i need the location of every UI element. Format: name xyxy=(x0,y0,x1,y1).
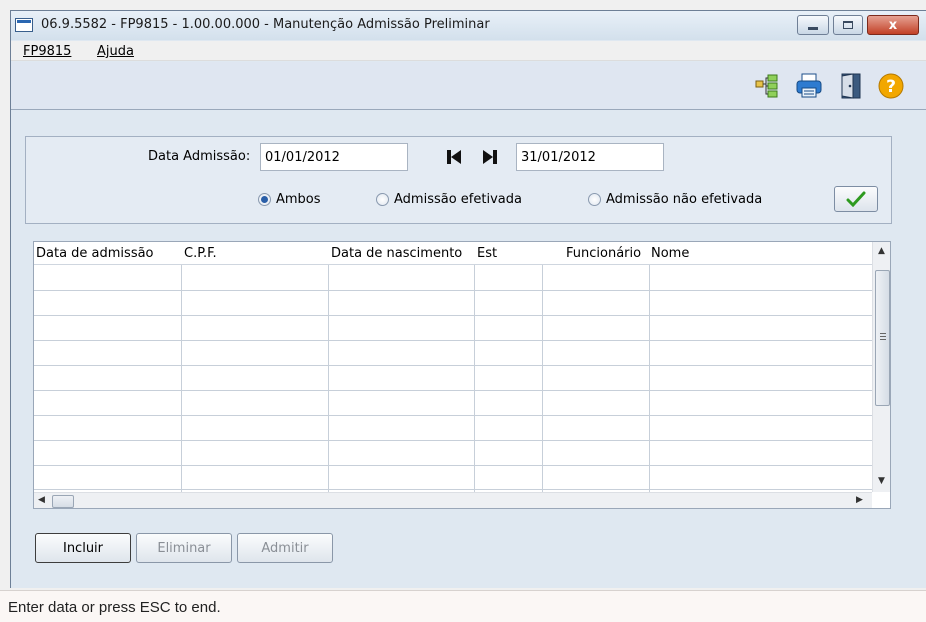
grid-row-divider xyxy=(34,290,872,291)
column-header-funcionario[interactable]: Funcionário xyxy=(566,246,641,261)
svg-text:?: ? xyxy=(886,77,896,97)
radio-button-icon xyxy=(588,193,601,206)
toolbar: ? xyxy=(11,62,926,110)
eliminar-label: Eliminar xyxy=(157,540,211,556)
check-icon xyxy=(846,191,866,207)
admitir-button[interactable]: Admitir xyxy=(237,533,333,563)
window-title: 06.9.5582 - FP9815 - 1.00.00.000 - Manut… xyxy=(41,17,490,32)
vertical-scroll-thumb[interactable] xyxy=(875,270,890,406)
grid-column-divider xyxy=(649,265,650,492)
radio-label: Ambos xyxy=(276,192,321,207)
grid-column-divider xyxy=(181,265,182,492)
column-header-cpf[interactable]: C.P.F. xyxy=(184,246,217,261)
grid-row-divider xyxy=(34,465,872,466)
eliminar-button[interactable]: Eliminar xyxy=(136,533,232,563)
skip-back-icon xyxy=(447,150,461,164)
skip-forward-icon xyxy=(483,150,497,164)
next-record-button[interactable] xyxy=(480,147,500,167)
scroll-left-icon[interactable]: ◀ xyxy=(38,495,45,505)
minimize-button[interactable] xyxy=(797,15,829,35)
scroll-down-icon[interactable]: ▼ xyxy=(878,476,885,486)
status-text: Enter data or press ESC to end. xyxy=(8,599,221,616)
app-window: 06.9.5582 - FP9815 - 1.00.00.000 - Manut… xyxy=(10,10,926,588)
column-header-data-admissao[interactable]: Data de admissão xyxy=(36,246,154,261)
title-bar[interactable]: 06.9.5582 - FP9815 - 1.00.00.000 - Manut… xyxy=(11,11,926,40)
column-header-data-nascimento[interactable]: Data de nascimento xyxy=(331,246,462,261)
incluir-button[interactable]: Incluir xyxy=(35,533,131,563)
grid-row-divider xyxy=(34,415,872,416)
grid-row-divider xyxy=(34,440,872,441)
grid-row-divider xyxy=(34,365,872,366)
radio-ambos[interactable]: Ambos xyxy=(258,192,321,207)
column-header-est[interactable]: Est xyxy=(477,246,497,261)
confirm-button[interactable] xyxy=(834,186,878,212)
maximize-button[interactable] xyxy=(833,15,863,35)
content-area: Data Admissão: 01/01/2012 31/01/2012 Amb… xyxy=(11,111,926,588)
grid-row-divider xyxy=(34,315,872,316)
data-admissao-label: Data Admissão: xyxy=(148,149,251,164)
menu-fp9815[interactable]: FP9815 xyxy=(23,44,71,59)
grid-row-divider xyxy=(34,340,872,341)
filter-panel: Data Admissão: 01/01/2012 31/01/2012 Amb… xyxy=(25,136,892,224)
minimize-icon xyxy=(808,26,818,30)
column-header-nome[interactable]: Nome xyxy=(651,246,689,261)
scroll-right-icon[interactable]: ▶ xyxy=(856,495,863,505)
grid-row-divider xyxy=(34,489,872,490)
menu-bar: FP9815 Ajuda xyxy=(11,41,926,61)
grid-row-divider xyxy=(34,390,872,391)
horizontal-scroll-thumb[interactable] xyxy=(52,495,74,508)
admitir-label: Admitir xyxy=(261,540,309,556)
tree-icon[interactable] xyxy=(753,72,781,100)
app-icon xyxy=(15,18,33,32)
radio-admissao-efetivada[interactable]: Admissão efetivada xyxy=(376,192,522,207)
help-icon[interactable]: ? xyxy=(877,72,905,100)
date-end-input[interactable]: 31/01/2012 xyxy=(516,143,664,171)
grid-column-divider xyxy=(474,265,475,492)
maximize-icon xyxy=(843,21,853,29)
admission-grid[interactable]: Data de admissão C.P.F. Data de nascimen… xyxy=(33,241,891,509)
radio-label: Admissão não efetivada xyxy=(606,192,763,207)
status-bar: Enter data or press ESC to end. xyxy=(0,590,926,622)
menu-ajuda[interactable]: Ajuda xyxy=(97,44,134,59)
date-start-input[interactable]: 01/01/2012 xyxy=(260,143,408,171)
scroll-up-icon[interactable]: ▲ xyxy=(878,246,885,256)
radio-button-icon xyxy=(258,193,271,206)
close-button[interactable]: x xyxy=(867,15,919,35)
close-icon: x xyxy=(888,17,898,33)
incluir-label: Incluir xyxy=(62,540,104,556)
exit-door-icon[interactable] xyxy=(837,72,865,100)
grid-column-divider xyxy=(328,265,329,492)
horizontal-scrollbar[interactable]: ◀ ▶ xyxy=(34,492,872,508)
first-record-button[interactable] xyxy=(444,147,464,167)
radio-admissao-nao-efetivada[interactable]: Admissão não efetivada xyxy=(588,192,762,207)
grid-header: Data de admissão C.P.F. Data de nascimen… xyxy=(34,242,872,265)
vertical-scrollbar[interactable]: ▲ ▼ xyxy=(872,242,890,492)
radio-button-icon xyxy=(376,193,389,206)
print-icon[interactable] xyxy=(795,72,823,100)
radio-label: Admissão efetivada xyxy=(394,192,522,207)
grid-column-divider xyxy=(542,265,543,492)
